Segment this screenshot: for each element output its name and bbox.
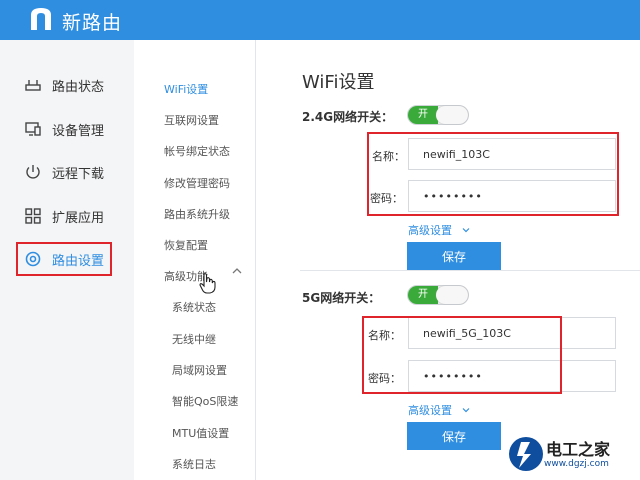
- router-icon: [25, 80, 41, 91]
- band5-advanced-link[interactable]: 高级设置: [408, 402, 470, 418]
- submenu-item-firmware-upgrade[interactable]: 路由系统升级: [164, 206, 230, 222]
- submenu-item-admin-password[interactable]: 修改管理密码: [164, 175, 230, 191]
- submenu-item-restore-config[interactable]: 恢复配置: [164, 237, 208, 253]
- band24-save-button[interactable]: 保存: [407, 242, 501, 270]
- band5-toggle[interactable]: 开: [407, 285, 469, 305]
- submenu-child-lan-settings[interactable]: 局域网设置: [172, 362, 227, 378]
- chevron-down-icon: [462, 408, 469, 413]
- section-divider: [300, 270, 640, 271]
- advanced-link-label: 高级设置: [408, 224, 452, 237]
- chevron-down-icon: [462, 228, 469, 233]
- band5-switch-label: 5G网络开关：: [302, 291, 381, 305]
- chevron-up-icon[interactable]: [232, 266, 242, 276]
- app-header: 新路由: [0, 0, 640, 40]
- sidebar-item-router-status[interactable]: 路由状态: [24, 70, 104, 100]
- submenu-child-system-status[interactable]: 系统状态: [172, 299, 216, 315]
- advanced-link-label: 高级设置: [408, 404, 452, 417]
- devices-icon: [25, 122, 41, 136]
- sidebar-item-extensions[interactable]: 扩展应用: [24, 201, 104, 231]
- submenu-child-mtu[interactable]: MTU值设置: [172, 425, 229, 441]
- band24-toggle[interactable]: 开: [407, 105, 469, 125]
- watermark-text: 电工之家: [546, 440, 611, 459]
- grid-apps-icon: [25, 208, 41, 224]
- page-title: WiFi设置: [302, 72, 375, 93]
- band5-save-button[interactable]: 保存: [407, 422, 501, 450]
- submenu-item-wifi[interactable]: WiFi设置: [164, 81, 208, 97]
- watermark-url: www.dgzj.com: [544, 459, 609, 469]
- sidebar-item-label: 扩展应用: [52, 210, 105, 226]
- sidebar-item-label: 远程下载: [52, 166, 105, 182]
- submenu-child-qos[interactable]: 智能QoS限速: [172, 393, 238, 409]
- sidebar-item-label: 设备管理: [52, 123, 105, 139]
- newifi-logo-icon: [31, 8, 51, 30]
- submenu-panel: [134, 40, 256, 480]
- toggle-on-label: 开: [408, 286, 438, 304]
- highlight-box-sidebar: [16, 242, 112, 276]
- sidebar-item-device-management[interactable]: 设备管理: [24, 114, 104, 144]
- submenu-item-account-binding[interactable]: 帐号绑定状态: [164, 143, 230, 159]
- brand-name: 新路由: [62, 12, 123, 34]
- toggle-knob: [436, 106, 468, 124]
- submenu-child-wireless-repeater[interactable]: 无线中继: [172, 331, 216, 347]
- band24-advanced-link[interactable]: 高级设置: [408, 222, 470, 238]
- band24-switch-label: 2.4G网络开关：: [302, 110, 394, 124]
- toggle-knob: [436, 286, 468, 304]
- highlight-box-band24: [367, 132, 619, 216]
- hand-cursor-icon: [199, 273, 216, 294]
- highlight-box-band5: [362, 316, 562, 394]
- sidebar-item-label: 路由状态: [52, 79, 105, 95]
- power-download-icon: [26, 165, 40, 179]
- toggle-on-label: 开: [408, 106, 438, 124]
- submenu-item-internet[interactable]: 互联网设置: [164, 112, 219, 128]
- sidebar-item-remote-download[interactable]: 远程下载: [24, 157, 104, 187]
- submenu-child-system-log[interactable]: 系统日志: [172, 456, 216, 472]
